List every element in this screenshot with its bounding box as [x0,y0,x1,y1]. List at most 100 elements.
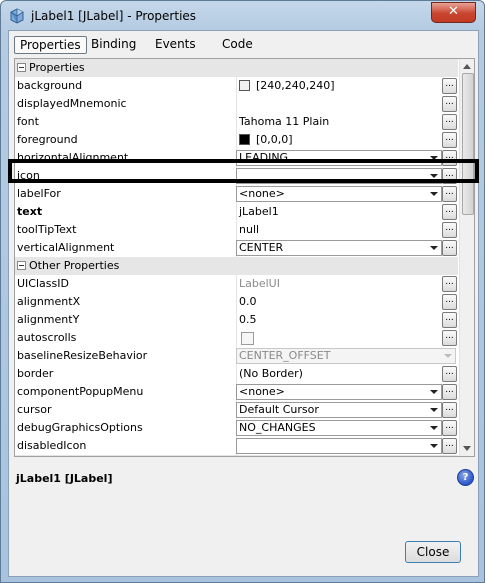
color-swatch [239,79,250,91]
property-row-baselineResizeBehavior[interactable]: baselineResizeBehavior CENTER_OFFSET [15,347,458,366]
property-name: foreground [15,131,237,149]
dropdown-arrow-icon[interactable] [430,408,438,412]
combo-value: LEADING [239,151,289,164]
ellipsis-button[interactable]: ... [442,114,457,130]
combo-value: NO_CHANGES [239,421,316,434]
tab-code[interactable]: Code [217,36,258,52]
property-row-cursor[interactable]: cursor Default Cursor ... [15,401,458,420]
tab-properties[interactable]: Properties [14,36,87,54]
ellipsis-button[interactable]: ... [442,312,457,328]
dropdown-arrow-icon[interactable] [430,174,438,178]
ellipsis-button[interactable]: ... [442,438,457,454]
property-value[interactable]: [0,0,0] [237,131,439,149]
property-value[interactable]: jLabel1 [237,203,439,221]
property-value[interactable]: [240,240,240] [237,77,439,95]
ellipsis-button[interactable]: ... [442,150,457,166]
ellipsis-button[interactable]: ... [442,78,457,94]
property-row-debugGraphicsOptions[interactable]: debugGraphicsOptions NO_CHANGES ... [15,419,458,438]
description-title: jLabel1 [JLabel] [16,472,113,485]
property-row-text[interactable]: text jLabel1 ... [15,203,458,222]
icon-combo[interactable] [236,168,442,184]
property-row-toolTipText[interactable]: toolTipText null ... [15,221,458,240]
property-row-UIClassID[interactable]: UIClassID LabelUI ... [15,275,458,294]
ellipsis-button[interactable]: ... [442,132,457,148]
dropdown-arrow-icon[interactable] [430,390,438,394]
property-name: baselineResizeBehavior [15,347,237,365]
tab-events[interactable]: Events [150,36,201,52]
ellipsis-button[interactable]: ... [442,96,457,112]
property-row-displayedMnemonic[interactable]: displayedMnemonic ... [15,95,458,114]
property-name: alignmentY [15,311,237,329]
ellipsis-button[interactable]: ... [442,330,457,346]
dropdown-arrow-icon [444,354,452,358]
property-row-verticalAlignment[interactable]: verticalAlignment CENTER ... [15,239,458,258]
property-row-horizontalAlignment[interactable]: horizontalAlignment LEADING ... [15,149,458,168]
property-name: background [15,77,237,95]
property-row-alignmentX[interactable]: alignmentX 0.0 ... [15,293,458,312]
debug-graphics-options-combo[interactable]: NO_CHANGES [236,420,442,436]
property-value[interactable] [237,95,439,113]
property-value[interactable]: 0.0 [237,293,439,311]
dropdown-arrow-icon[interactable] [430,426,438,430]
ellipsis-button[interactable]: ... [442,294,457,310]
property-row-icon[interactable]: icon ... [15,167,458,186]
dropdown-arrow-icon[interactable] [430,444,438,448]
dropdown-arrow-icon[interactable] [430,192,438,196]
property-name: text [15,203,237,221]
property-row-componentPopupMenu[interactable]: componentPopupMenu <none> ... [15,383,458,402]
ellipsis-button[interactable]: ... [442,366,457,382]
help-icon[interactable]: ? [457,469,474,486]
property-row-autoscrolls[interactable]: autoscrolls ... [15,329,458,348]
autoscrolls-checkbox[interactable] [241,332,254,345]
combo-value: CENTER_OFFSET [239,349,331,362]
category-other-properties[interactable]: Other Properties [15,257,458,276]
cursor-combo[interactable]: Default Cursor [236,402,442,418]
category-label: Other Properties [17,257,119,275]
ellipsis-button[interactable]: ... [442,384,457,400]
foreground-value: [0,0,0] [256,133,293,146]
component-popup-menu-combo[interactable]: <none> [236,384,442,400]
vertical-alignment-combo[interactable]: CENTER [236,240,442,256]
window-close-button[interactable]: ✕ [431,2,476,23]
property-value[interactable]: Tahoma 11 Plain [237,113,439,131]
property-row-font[interactable]: font Tahoma 11 Plain ... [15,113,458,132]
category-properties[interactable]: Properties [15,59,458,78]
ellipsis-button[interactable]: ... [442,186,457,202]
property-row-labelFor[interactable]: labelFor <none> ... [15,185,458,204]
ellipsis-button[interactable]: ... [442,222,457,238]
tab-binding[interactable]: Binding [86,36,141,52]
property-row-alignmentY[interactable]: alignmentY 0.5 ... [15,311,458,330]
vertical-scrollbar[interactable] [459,59,474,456]
ellipsis-button[interactable]: ... [442,168,457,184]
property-value[interactable]: (No Border) [237,365,439,383]
dropdown-arrow-icon[interactable] [430,246,438,250]
property-name: componentPopupMenu [15,383,237,401]
collapse-icon[interactable] [17,260,26,270]
baseline-resize-behavior-combo: CENTER_OFFSET [236,348,456,364]
ellipsis-button[interactable]: ... [442,204,457,220]
property-row-background[interactable]: background [240,240,240] ... [15,77,458,96]
ellipsis-button[interactable]: ... [442,276,457,292]
dropdown-arrow-icon[interactable] [430,156,438,160]
scroll-thumb[interactable] [462,73,474,215]
property-name: alignmentX [15,293,237,311]
scroll-down-arrow-icon[interactable] [463,446,471,451]
label-for-combo[interactable]: <none> [236,186,442,202]
disabled-icon-combo[interactable] [236,438,442,454]
ellipsis-button[interactable]: ... [442,240,457,256]
category-properties-label: Properties [29,61,85,74]
property-name: debugGraphicsOptions [15,419,237,437]
property-row-disabledIcon[interactable]: disabledIcon ... [15,437,458,456]
title-bar[interactable]: jLabel1 [JLabel] - Properties ✕ [1,1,484,30]
horizontal-alignment-combo[interactable]: LEADING [236,150,442,166]
collapse-icon[interactable] [17,62,26,72]
property-value[interactable]: null [237,221,439,239]
scroll-up-arrow-icon[interactable] [463,64,471,69]
property-row-border[interactable]: border (No Border) ... [15,365,458,384]
property-value: LabelUI [239,277,280,290]
close-button[interactable]: Close [405,541,461,563]
ellipsis-button[interactable]: ... [442,420,457,436]
ellipsis-button[interactable]: ... [442,402,457,418]
property-value[interactable]: 0.5 [237,311,439,329]
property-row-foreground[interactable]: foreground [0,0,0] ... [15,131,458,150]
